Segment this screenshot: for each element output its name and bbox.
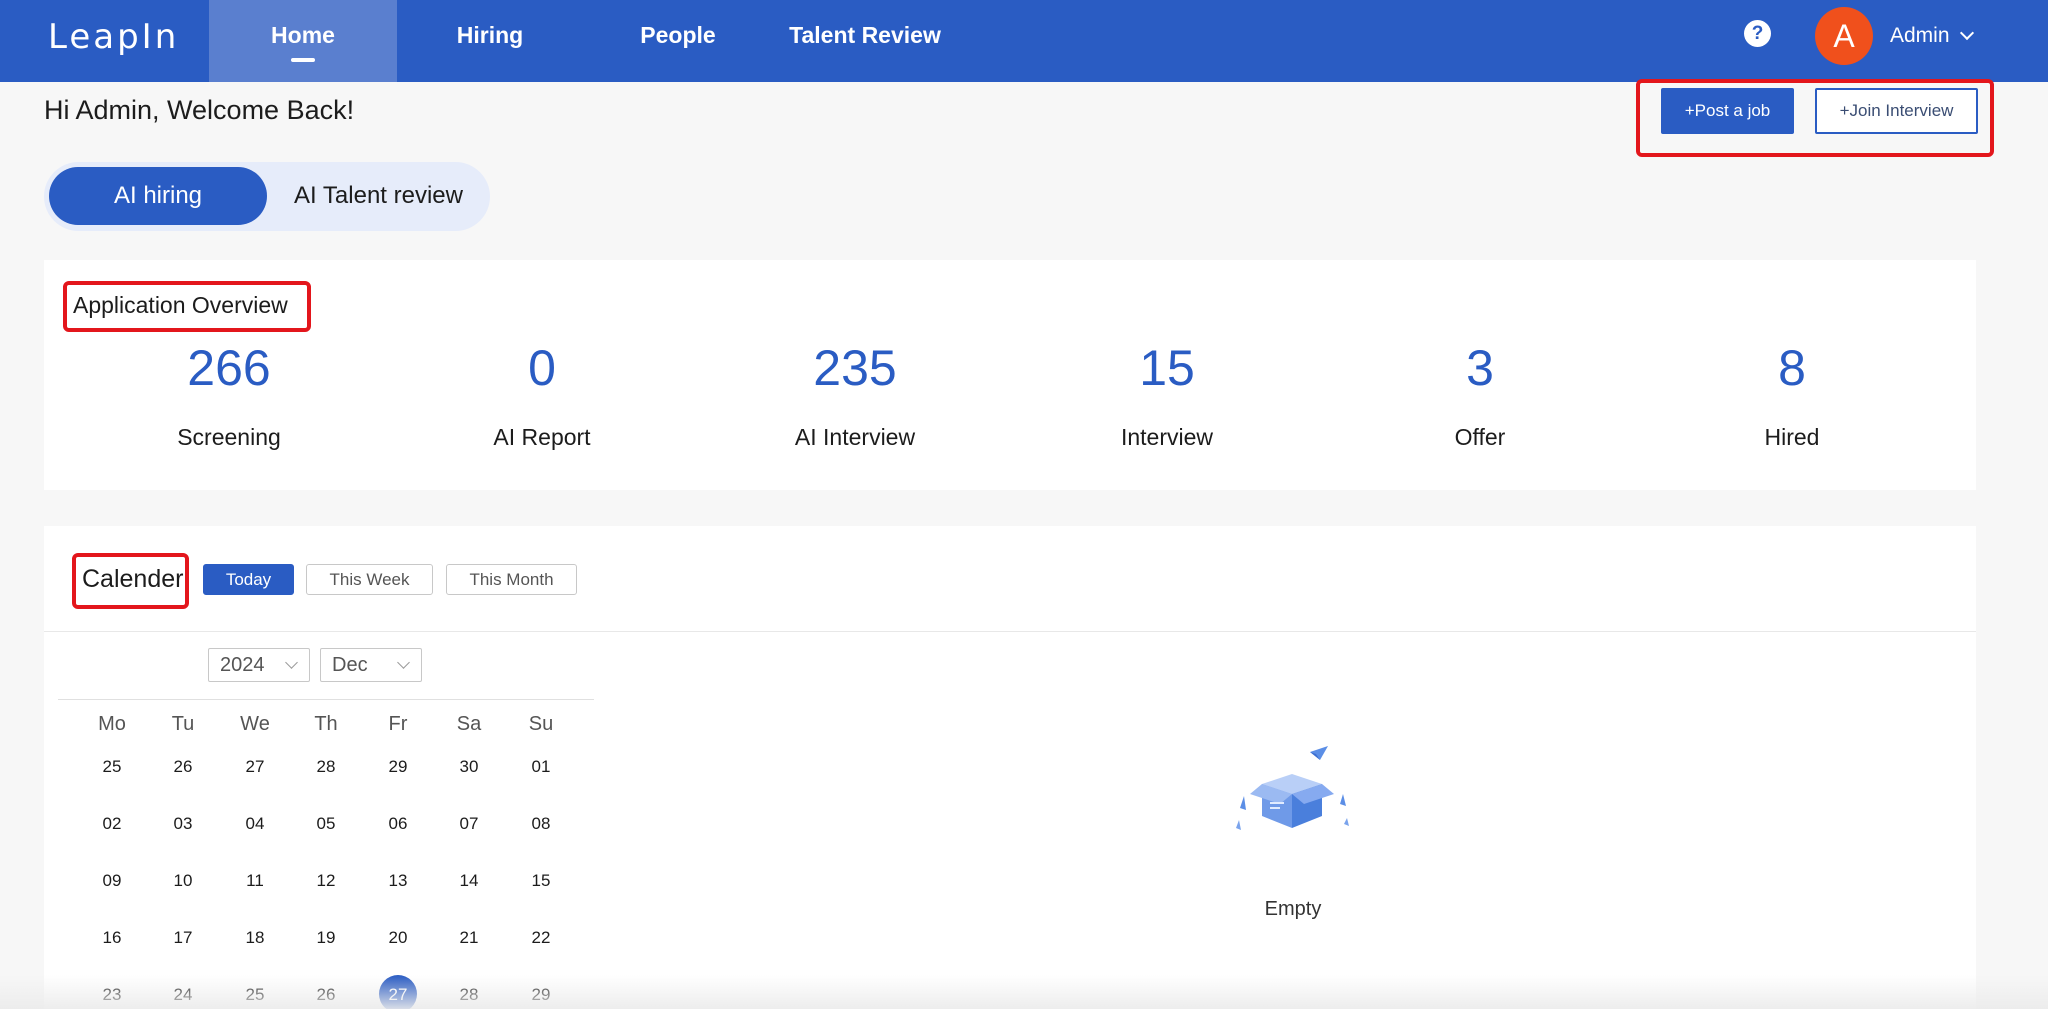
calendar-day[interactable]: 28 — [296, 756, 356, 778]
calendar-day[interactable]: 16 — [82, 927, 142, 949]
calendar-day[interactable]: 15 — [511, 870, 571, 892]
calendar-header-line — [58, 699, 594, 700]
calendar-day[interactable]: 13 — [368, 870, 428, 892]
nav-item-home-label: Home — [271, 22, 335, 48]
calendar-day[interactable]: 29 — [511, 984, 571, 1006]
weekday-label: Tu — [171, 713, 195, 735]
month-select-value: Dec — [332, 654, 368, 676]
stat-ai-interview[interactable]: 235 AI Interview — [755, 338, 955, 452]
user-name: Admin — [1890, 24, 1950, 47]
calendar-day[interactable]: 11 — [225, 870, 285, 892]
app-logo[interactable]: LeapIn — [48, 16, 179, 58]
chevron-down-icon — [1959, 25, 1974, 41]
calendar-day[interactable]: 26 — [153, 756, 213, 778]
calendar-day[interactable]: 03 — [153, 813, 213, 835]
chevron-down-icon — [285, 656, 298, 669]
weekday-label: Fr — [388, 713, 408, 735]
nav-item-hiring[interactable]: Hiring — [420, 0, 560, 82]
stat-screening[interactable]: 266 Screening — [129, 338, 329, 452]
nav-item-talent-review[interactable]: Talent Review — [780, 0, 950, 82]
calendar-day[interactable]: 24 — [153, 984, 213, 1006]
calendar-day[interactable]: 25 — [225, 984, 285, 1006]
range-this-week-button[interactable]: This Week — [306, 564, 433, 595]
stat-value: 15 — [1139, 340, 1195, 396]
calendar-day[interactable]: 09 — [82, 870, 142, 892]
calendar-day[interactable]: 10 — [153, 870, 213, 892]
stat-value: 0 — [528, 340, 556, 396]
month-select[interactable]: Dec — [320, 648, 422, 682]
calendar-day[interactable]: 29 — [368, 756, 428, 778]
overview-title: Application Overview — [73, 292, 288, 318]
stat-value: 3 — [1466, 340, 1494, 396]
weekday-label: Sa — [456, 713, 482, 735]
application-overview-card — [44, 260, 1976, 490]
calendar-day[interactable]: 18 — [225, 927, 285, 949]
welcome-message: Hi Admin, Welcome Back! — [44, 95, 355, 125]
stat-label: Offer — [1454, 424, 1506, 450]
weekday-label: Th — [314, 713, 338, 735]
calendar-day[interactable]: 02 — [82, 813, 142, 835]
stat-label: Screening — [177, 424, 281, 450]
empty-state-text: Empty — [1264, 898, 1322, 920]
calendar-day[interactable]: 25 — [82, 756, 142, 778]
weekday-label: Mo — [98, 713, 126, 735]
calendar-day[interactable]: 27 — [225, 756, 285, 778]
top-navigation-bar: LeapIn Home Hiring People Talent Review … — [0, 0, 2048, 82]
calendar-day[interactable]: 17 — [153, 927, 213, 949]
calendar-day[interactable]: 23 — [82, 984, 142, 1006]
calendar-day[interactable]: 01 — [511, 756, 571, 778]
stat-interview[interactable]: 15 Interview — [1067, 338, 1267, 452]
calendar-day[interactable]: 19 — [296, 927, 356, 949]
calendar-day-selected[interactable]: 27 — [368, 984, 428, 1006]
help-icon[interactable]: ? — [1744, 20, 1771, 47]
chevron-down-icon — [397, 656, 410, 669]
weekday-label: Su — [528, 713, 554, 735]
range-this-month-button[interactable]: This Month — [446, 564, 577, 595]
nav-item-home[interactable]: Home — [209, 0, 397, 82]
weekday-label: We — [240, 713, 270, 735]
join-interview-button[interactable]: +Join Interview — [1815, 88, 1978, 134]
calendar-day[interactable]: 20 — [368, 927, 428, 949]
stat-value: 266 — [187, 340, 271, 396]
stat-label: Hired — [1764, 424, 1820, 450]
stat-label: AI Interview — [794, 424, 916, 450]
stat-value: 235 — [813, 340, 897, 396]
calendar-day[interactable]: 30 — [439, 756, 499, 778]
stat-hired[interactable]: 8 Hired — [1692, 338, 1892, 452]
calendar-day[interactable]: 21 — [439, 927, 499, 949]
calendar-day[interactable]: 22 — [511, 927, 571, 949]
calendar-day[interactable]: 08 — [511, 813, 571, 835]
mode-toggle: AI hiring AI Talent review — [44, 162, 490, 231]
empty-box-icon — [1236, 746, 1349, 830]
nav-active-indicator — [291, 58, 315, 62]
calendar-day[interactable]: 12 — [296, 870, 356, 892]
stat-label: Interview — [1120, 424, 1214, 450]
calendar-day[interactable]: 06 — [368, 813, 428, 835]
user-menu[interactable]: Admin — [1890, 20, 1974, 52]
calendar-title: Calender — [82, 565, 184, 593]
range-today-button[interactable]: Today — [203, 564, 294, 595]
stat-value: 8 — [1778, 340, 1806, 396]
year-select-value: 2024 — [220, 654, 265, 676]
stat-ai-report[interactable]: 0 AI Report — [442, 338, 642, 452]
year-select[interactable]: 2024 — [208, 648, 310, 682]
tab-ai-hiring[interactable]: AI hiring — [49, 167, 267, 225]
calendar-day[interactable]: 05 — [296, 813, 356, 835]
nav-item-people[interactable]: People — [608, 0, 748, 82]
calendar-day[interactable]: 04 — [225, 813, 285, 835]
calendar-day[interactable]: 26 — [296, 984, 356, 1006]
tab-ai-talent-review[interactable]: AI Talent review — [276, 167, 481, 225]
calendar-day[interactable]: 07 — [439, 813, 499, 835]
post-job-button[interactable]: +Post a job — [1661, 88, 1794, 134]
calendar-divider — [44, 631, 1976, 632]
calendar-day[interactable]: 14 — [439, 870, 499, 892]
avatar[interactable]: A — [1815, 7, 1873, 65]
stat-offer[interactable]: 3 Offer — [1380, 338, 1580, 452]
stat-label: AI Report — [493, 424, 591, 450]
calendar-day[interactable]: 28 — [439, 984, 499, 1006]
